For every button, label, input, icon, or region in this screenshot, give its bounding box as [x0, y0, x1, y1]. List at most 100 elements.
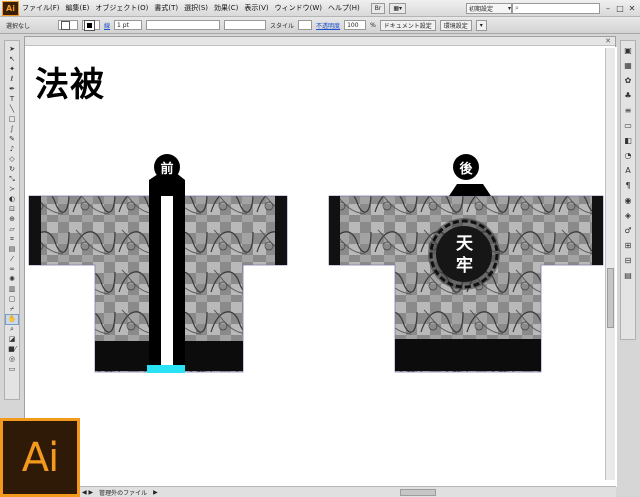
line-tool-icon[interactable]: ╲	[6, 105, 18, 114]
stroke-panel-link[interactable]: 線	[104, 21, 110, 30]
close-button[interactable]: ✕	[626, 2, 638, 14]
crest-char-top: 天	[456, 234, 473, 254]
blend-tool-icon[interactable]: ∞	[6, 265, 18, 274]
scale-tool-icon[interactable]: ⤡	[6, 175, 18, 184]
control-panel-menu-button[interactable]: ▾	[475, 19, 487, 31]
menu-help[interactable]: ヘルプ(H)	[325, 3, 363, 13]
eyedropper-tool-icon[interactable]: ⁄	[6, 255, 18, 264]
page-title: 法被	[35, 65, 105, 105]
free-transform-tool-icon[interactable]: ⊡	[6, 205, 18, 214]
graphic-styles-icon[interactable]: ♂	[623, 225, 634, 236]
brushes-icon[interactable]: ♣	[623, 90, 634, 101]
selection-tool-icon[interactable]: ➤	[6, 45, 18, 54]
pen-tool-icon[interactable]: ✒	[6, 85, 18, 94]
align-icon[interactable]: ⊞	[623, 240, 634, 251]
character-icon[interactable]: A	[623, 165, 634, 176]
artboard[interactable]: 法被 前 後 天 牢	[25, 47, 617, 487]
close-document-icon[interactable]: ✕	[605, 37, 611, 45]
brush-definition-select[interactable]	[224, 20, 267, 30]
stroke-weight-field[interactable]: 1 pt	[114, 20, 143, 30]
paintbrush-tool-icon[interactable]: ∫	[6, 125, 18, 134]
symbols-icon[interactable]: ≡	[623, 105, 634, 116]
menu-object[interactable]: オブジェクト(O)	[92, 3, 151, 13]
warp-tool-icon[interactable]: ◐	[6, 195, 18, 204]
rectangle-tool-icon[interactable]: □	[6, 115, 18, 124]
menu-bar: Ai ファイル(F) 編集(E) オブジェクト(O) 書式(T) 選択(S) 効…	[0, 0, 640, 17]
selection-status: 選択なし	[6, 22, 31, 30]
help-search-input[interactable]: ⌕	[512, 3, 600, 14]
color-mode-icon[interactable]: ■⁄	[6, 345, 18, 354]
rotate-tool-icon[interactable]: ↻	[6, 165, 18, 174]
menu-type[interactable]: 書式(T)	[151, 3, 181, 13]
status-menu-icon[interactable]: ▶	[153, 489, 158, 496]
front-label-badge: 前	[154, 154, 180, 180]
opacity-field[interactable]: 100	[344, 20, 367, 30]
fill-swatch[interactable]	[58, 20, 79, 30]
control-bar: 選択なし 線 1 pt スタイル 不透明度 100 % ドキュメント設定 環境設…	[0, 17, 640, 34]
symbol-sprayer-tool-icon[interactable]: ✺	[6, 275, 18, 284]
menu-window[interactable]: ウィンドウ(W)	[272, 3, 325, 13]
transparency-icon[interactable]: ◔	[623, 150, 634, 161]
shape-builder-tool-icon[interactable]: ⊕	[6, 215, 18, 224]
maximize-button[interactable]: □	[614, 2, 626, 14]
screen-mode-icon[interactable]: ▭	[6, 365, 18, 374]
app-logo-icon: Ai	[2, 0, 19, 16]
back-label-badge: 後	[453, 154, 479, 180]
zoom-tool-icon[interactable]: ⌕	[6, 325, 18, 334]
graphic-style-select[interactable]	[298, 20, 313, 30]
menu-edit[interactable]: 編集(E)	[63, 3, 93, 13]
chevron-down-icon: ▾	[507, 5, 511, 12]
type-tool-icon[interactable]: T	[6, 95, 18, 104]
workspace-label: 初期設定	[469, 6, 494, 13]
color-icon[interactable]: ▣	[623, 45, 634, 56]
appearance-icon[interactable]: ◉	[623, 195, 634, 206]
stroke-icon[interactable]: ▭	[623, 120, 634, 131]
variable-width-profile-select[interactable]	[146, 20, 221, 30]
arrange-documents-button[interactable]: ▦▾	[389, 2, 407, 14]
document-setup-button[interactable]: ドキュメント設定	[379, 19, 436, 31]
artboard-nav-icon[interactable]: ◀ ▶	[82, 489, 93, 496]
menu-select[interactable]: 選択(S)	[181, 3, 211, 13]
status-text[interactable]: 管理外のファイル	[99, 488, 147, 497]
app-bar-tools: Br ▦▾	[370, 2, 407, 14]
eraser-tool-icon[interactable]: ◇	[6, 155, 18, 164]
horizontal-scroll-thumb[interactable]	[400, 489, 436, 496]
bridge-button[interactable]: Br	[370, 2, 386, 14]
menu-view[interactable]: 表示(V)	[241, 3, 271, 13]
pencil-tool-icon[interactable]: ✎	[6, 135, 18, 144]
mesh-tool-icon[interactable]: ⌗	[6, 235, 18, 244]
stroke-swatch[interactable]	[82, 19, 101, 31]
artboard-tool-icon[interactable]: ▢	[6, 295, 18, 304]
width-tool-icon[interactable]: ≻	[6, 185, 18, 194]
direct-selection-tool-icon[interactable]: ↖	[6, 55, 18, 64]
magic-wand-tool-icon[interactable]: ✦	[6, 65, 18, 74]
opacity-panel-link[interactable]: 不透明度	[316, 21, 340, 30]
workspace-switcher[interactable]: 初期設定 ▾	[466, 3, 512, 14]
artboards-icon[interactable]: ▤	[623, 270, 634, 281]
perspective-grid-tool-icon[interactable]: ▱	[6, 225, 18, 234]
gradient-icon[interactable]: ◧	[623, 135, 634, 146]
column-graph-tool-icon[interactable]: ▥	[6, 285, 18, 294]
menu-effect[interactable]: 効果(C)	[211, 3, 241, 13]
fill-stroke-icon[interactable]: ◪	[6, 335, 18, 344]
hand-tool-icon[interactable]: ✋	[5, 314, 19, 325]
menu-file[interactable]: ファイル(F)	[19, 3, 63, 13]
blob-brush-tool-icon[interactable]: ♪	[6, 145, 18, 154]
drawing-mode-icon[interactable]: ◎	[6, 355, 18, 364]
illustrator-logo: Ai	[0, 418, 80, 497]
lasso-tool-icon[interactable]: ℓ	[6, 75, 18, 84]
slice-tool-icon[interactable]: ⌿	[6, 305, 18, 314]
minimize-button[interactable]: –	[602, 2, 614, 14]
layers-icon[interactable]: ◈	[623, 210, 634, 221]
paragraph-icon[interactable]: ¶	[623, 180, 634, 191]
color-guide-icon[interactable]: ▦	[623, 60, 634, 71]
stroke-swatch-icon	[84, 19, 96, 31]
transform-icon[interactable]: ⊟	[623, 255, 634, 266]
gradient-tool-icon[interactable]: ▤	[6, 245, 18, 254]
vertical-scrollbar[interactable]	[605, 48, 615, 480]
search-icon: ⌕	[515, 4, 519, 12]
preferences-button[interactable]: 環境設定	[439, 19, 472, 31]
vertical-scroll-thumb[interactable]	[607, 268, 614, 328]
document-tab-bar: ✕	[25, 37, 615, 46]
swatches-icon[interactable]: ✿	[623, 75, 634, 86]
